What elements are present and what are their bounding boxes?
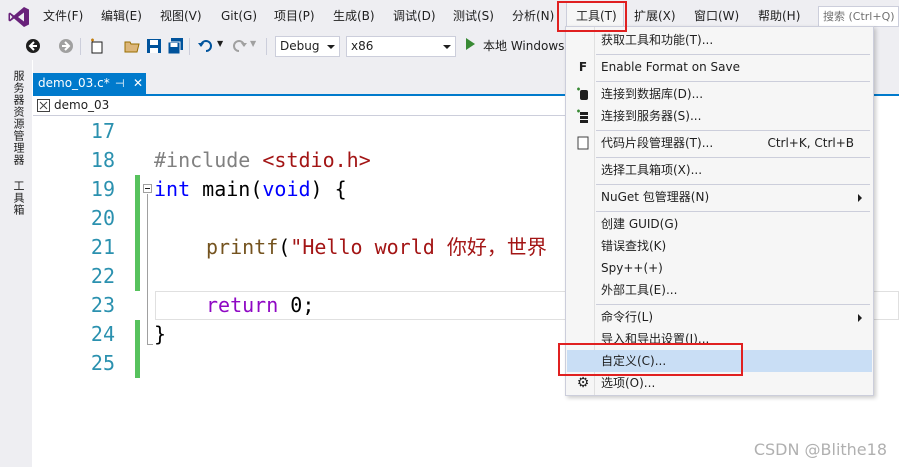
menu-separator [596,184,870,185]
line-number: 22 [90,264,115,288]
menu-build[interactable]: 生成(B) [333,0,375,33]
menu-edit[interactable]: 编辑(E) [101,0,142,33]
navigation-bar[interactable]: demo_03 [33,96,566,116]
watermark-text: CSDN @Blithe18 [753,440,887,459]
include-path-token: <stdio.h> [262,148,371,172]
code-token: 0; [278,293,315,317]
code-text: printf("Hello world 你好，世界 [206,233,547,262]
code-text: #include <stdio.h> [154,146,371,175]
nav-scope-label: demo_03 [54,98,110,112]
toolbar-separator [189,38,190,55]
redo-dropdown-icon[interactable]: ▼ [250,39,256,48]
search-input[interactable]: 搜索 (Ctrl+Q) [818,6,899,27]
menu-git[interactable]: Git(G) [221,0,257,33]
format-icon: F [578,60,588,74]
shortcut-text: Ctrl+K, Ctrl+B [767,136,854,150]
redo-icon[interactable] [230,37,248,55]
line-number: 17 [90,119,115,143]
menu-separator [596,211,870,212]
menu-separator [596,157,870,158]
server-explorer-tab[interactable]: 服务器资源管理器 [10,70,26,166]
code-token: ( [278,235,291,259]
menu-item-nuget[interactable]: NuGet 包管理器(N) [567,186,872,208]
project-scope-icon [37,99,50,112]
keyword-token: void [262,177,311,201]
code-token: ) { [310,177,347,201]
menu-item-connect-server[interactable]: 连接到服务器(S)... [567,105,872,127]
platform-select[interactable]: x86 [346,36,456,57]
function-token: printf [206,235,279,259]
menu-item-choose-toolbox-items[interactable]: 选择工具箱项(X)... [567,159,872,181]
visual-studio-logo-icon[interactable] [8,6,30,28]
keyword-token: int [154,177,191,201]
menu-item-get-tools[interactable]: 获取工具和功能(T)... [567,29,872,51]
menu-view[interactable]: 视图(V) [160,0,202,33]
pin-icon[interactable]: ⊣ [115,73,125,94]
toolbox-tab[interactable]: 工具箱 [10,180,26,216]
line-number: 18 [90,148,115,172]
menu-file[interactable]: 文件(F) [43,0,83,33]
toolbar-separator [80,38,81,55]
line-number: 21 [90,235,115,259]
menu-project[interactable]: 项目(P) [274,0,315,33]
configuration-select[interactable]: Debug [275,36,340,57]
save-all-icon[interactable] [167,37,185,55]
line-number: 20 [90,206,115,230]
code-text: int main(void) { [154,175,347,204]
line-number: 19 [90,177,115,201]
server-icon [577,109,588,123]
menu-separator [596,81,870,82]
document-tab[interactable]: demo_03.c* ⊣ ✕ [33,73,146,94]
tab-title: demo_03.c* [38,76,110,90]
chevron-down-icon [327,45,335,49]
menu-item-command-line[interactable]: 命令行(L) [567,306,872,328]
menu-separator [596,130,870,131]
code-text: return 0; [206,291,314,320]
menu-item-error-lookup[interactable]: 错误查找(K) [567,235,872,257]
gear-icon: ⚙ [576,375,590,391]
menu-analyze[interactable]: 分析(N) [512,0,554,33]
run-target-label[interactable]: 本地 Windows [483,33,564,60]
start-debugging-play-icon[interactable] [466,38,475,50]
menu-separator [596,304,870,305]
menu-separator [596,54,870,55]
menu-debug[interactable]: 调试(D) [393,0,436,33]
menu-item-code-snippets[interactable]: 代码片段管理器(T)... Ctrl+K, Ctrl+B [567,132,872,154]
menu-item-external-tools[interactable]: 外部工具(E)... [567,279,872,301]
preprocessor-token: #include [154,148,263,172]
forward-icon[interactable] [57,37,75,55]
menu-item-connect-database[interactable]: 连接到数据库(D)... [567,83,872,105]
annotation-box-customize [558,343,743,376]
keyword-token: return [206,293,279,317]
code-token: } [154,322,167,346]
menu-item-create-guid[interactable]: 创建 GUID(G) [567,213,872,235]
submenu-arrow-icon [858,314,862,322]
platform-value: x86 [351,39,374,53]
annotation-box-tools-menu [557,1,627,32]
snippet-icon [577,136,589,150]
menu-test[interactable]: 测试(S) [453,0,494,33]
line-number: 23 [90,293,115,317]
line-number: 24 [90,322,115,346]
close-icon[interactable]: ✕ [133,73,143,94]
undo-icon[interactable] [197,37,215,55]
submenu-arrow-icon [858,194,862,202]
save-icon[interactable] [145,37,163,55]
back-icon[interactable] [24,37,42,55]
undo-dropdown-icon[interactable]: ▼ [217,39,223,48]
open-folder-icon[interactable] [123,37,141,55]
menu-item-enable-format-on-save[interactable]: F Enable Format on Save [567,56,872,78]
chevron-down-icon [443,45,451,49]
menu-item-spy[interactable]: Spy++(+) [567,257,872,279]
database-icon [577,87,588,100]
code-token: main( [190,177,263,201]
code-text: } [154,320,166,349]
side-tool-strip: 服务器资源管理器 工具箱 [0,60,32,467]
toolbar-separator [266,38,267,55]
new-project-icon[interactable] [88,37,106,55]
line-number: 25 [90,351,115,375]
configuration-value: Debug [280,39,320,53]
string-token: "Hello world 你好，世界 [290,235,547,259]
tools-menu-dropdown: 获取工具和功能(T)... F Enable Format on Save 连接… [565,26,874,396]
